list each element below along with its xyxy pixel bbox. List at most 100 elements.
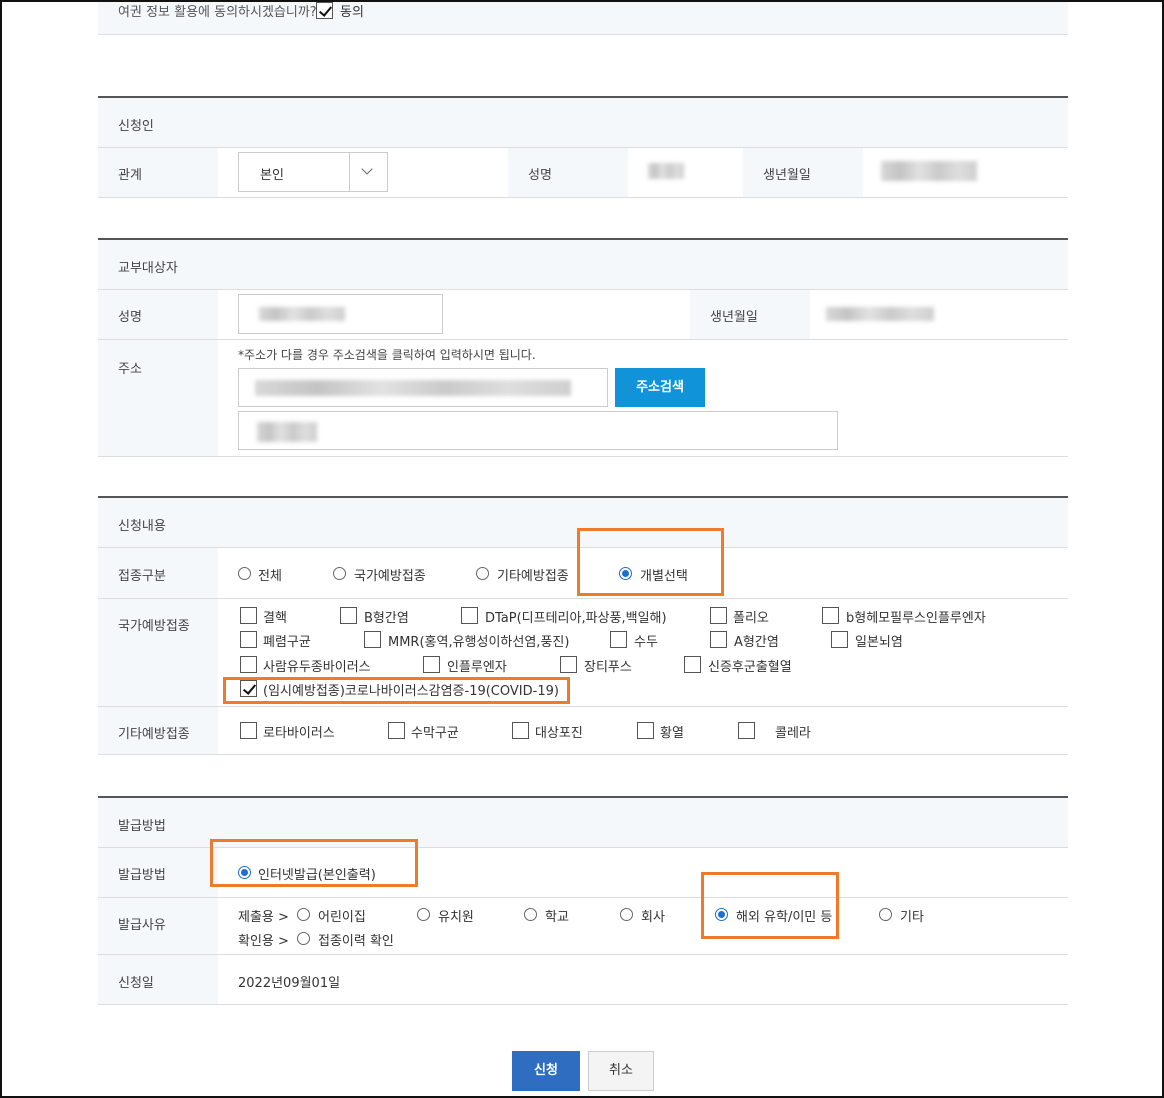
- consent-agree-label: 동의: [340, 5, 364, 20]
- applicant-name-redacted: [648, 163, 684, 179]
- cb-pneumococcal[interactable]: [240, 631, 257, 648]
- opt-mmr: MMR(홍역,유행성이하선염,풍진): [388, 635, 570, 650]
- type-option-national: 국가예방접종: [354, 569, 426, 584]
- cb-polio[interactable]: [710, 607, 727, 624]
- opt-rotavirus: 로타바이러스: [263, 726, 335, 741]
- cb-hib[interactable]: [822, 607, 839, 624]
- address-detail-field[interactable]: [238, 411, 838, 450]
- address-field[interactable]: [238, 368, 608, 407]
- applicant-section-header: 신청인: [98, 98, 1068, 148]
- cb-hpv[interactable]: [240, 656, 257, 673]
- type-radio-national[interactable]: [333, 567, 346, 580]
- opt-hepatitis-a: A형간염: [734, 635, 779, 650]
- applicant-section-title: 신청인: [118, 119, 154, 134]
- opt-meningococcal: 수막구균: [411, 726, 459, 741]
- cb-dtap[interactable]: [461, 607, 478, 624]
- recipient-name-field[interactable]: [238, 294, 443, 334]
- reason-option-company: 회사: [641, 910, 665, 925]
- cb-rotavirus[interactable]: [240, 722, 257, 739]
- reason-radio-daycare[interactable]: [297, 908, 310, 921]
- opt-yellow-fever: 황열: [660, 726, 684, 741]
- recipient-address-row: 주소 *주소가 다를 경우 주소검색을 클릭하여 입력하시면 됩니다. 주소검색: [98, 340, 1068, 457]
- cb-varicella[interactable]: [610, 631, 627, 648]
- cb-hfrs[interactable]: [684, 656, 701, 673]
- applicant-row: 관계 본인 성명 생년월일: [98, 148, 1068, 198]
- cb-meningococcal[interactable]: [388, 722, 405, 739]
- apply-button[interactable]: 신청: [512, 1051, 580, 1091]
- opt-zoster: 대상포진: [535, 726, 583, 741]
- relation-select[interactable]: 본인: [238, 152, 388, 192]
- recipient-birth-redacted: [826, 307, 934, 321]
- opt-hpv: 사람유두종바이러스: [263, 660, 371, 675]
- reason-option-kindergarten: 유치원: [438, 910, 474, 925]
- confirm-option-history: 접종이력 확인: [318, 934, 394, 949]
- cb-yellow-fever[interactable]: [637, 722, 654, 739]
- opt-cholera: 콜레라: [775, 726, 811, 741]
- recipient-name-redacted: [259, 307, 345, 321]
- applicant-birth-label: 생년월일: [763, 168, 811, 183]
- opt-japanese-encephalitis: 일본뇌염: [855, 635, 903, 650]
- reason-option-other: 기타: [900, 910, 924, 925]
- opt-influenza: 인플루엔자: [447, 660, 507, 675]
- applicant-birth-redacted: [881, 161, 977, 181]
- apply-date-row: 신청일 2022년09월01일: [98, 955, 1068, 1005]
- highlight-individual-select: [577, 528, 724, 596]
- address-redacted: [255, 380, 571, 396]
- issue-reason-label: 발급사유: [118, 918, 166, 933]
- national-vaccination-label: 국가예방접종: [118, 619, 190, 634]
- cb-mmr[interactable]: [364, 631, 381, 648]
- recipient-name-row: 성명 생년월일: [98, 290, 1068, 340]
- opt-typhoid: 장티푸스: [584, 660, 632, 675]
- cb-hepatitis-b[interactable]: [340, 607, 357, 624]
- opt-dtap: DTaP(디프테리아,파상풍,백일해): [485, 611, 667, 626]
- issue-method-label: 발급방법: [118, 868, 166, 883]
- cb-tuberculosis[interactable]: [240, 607, 257, 624]
- reason-option-school: 학교: [545, 910, 569, 925]
- type-option-all: 전체: [258, 569, 282, 584]
- recipient-section-header: 교부대상자: [98, 240, 1068, 290]
- opt-hepatitis-b: B형간염: [364, 611, 409, 626]
- recipient-section-title: 교부대상자: [118, 261, 178, 276]
- highlight-covid19: [223, 677, 570, 704]
- cb-hepatitis-a[interactable]: [710, 631, 727, 648]
- consent-row: 여권 정보 활용에 동의하시겠습니까? 동의: [98, 2, 1068, 35]
- request-section-title: 신청내용: [118, 519, 166, 534]
- reason-option-daycare: 어린이집: [318, 910, 366, 925]
- opt-pneumococcal: 폐렴구균: [263, 635, 311, 650]
- address-note: *주소가 다를 경우 주소검색을 클릭하여 입력하시면 됩니다.: [238, 348, 536, 362]
- cb-cholera[interactable]: [738, 722, 755, 739]
- opt-varicella: 수두: [634, 635, 658, 650]
- reason-radio-company[interactable]: [620, 908, 633, 921]
- consent-checkbox[interactable]: [316, 2, 333, 19]
- other-vaccination-label: 기타예방접종: [118, 727, 190, 742]
- issue-section-title: 발급방법: [118, 819, 166, 834]
- cb-japanese-encephalitis[interactable]: [831, 631, 848, 648]
- confirm-radio-history[interactable]: [297, 932, 310, 945]
- opt-hfrs: 신증후군출혈열: [708, 660, 792, 675]
- submit-prefix: 제출용 >: [238, 910, 289, 925]
- cb-influenza[interactable]: [423, 656, 440, 673]
- reason-radio-school[interactable]: [524, 908, 537, 921]
- type-option-other: 기타예방접종: [497, 569, 569, 584]
- type-radio-other[interactable]: [476, 567, 489, 580]
- reason-radio-kindergarten[interactable]: [417, 908, 430, 921]
- vaccination-type-label: 접종구분: [118, 569, 166, 584]
- opt-polio: 폴리오: [733, 611, 769, 626]
- apply-date-value: 2022년09월01일: [238, 976, 341, 991]
- cb-zoster[interactable]: [512, 722, 529, 739]
- type-radio-all[interactable]: [238, 567, 251, 580]
- relation-label: 관계: [118, 168, 142, 183]
- confirm-prefix: 확인용 >: [238, 934, 289, 949]
- address-search-button[interactable]: 주소검색: [615, 368, 705, 407]
- opt-hib: b형헤모필루스인플루엔자: [846, 611, 986, 626]
- cancel-button[interactable]: 취소: [588, 1051, 654, 1091]
- apply-date-label: 신청일: [118, 976, 154, 991]
- applicant-name-label: 성명: [528, 168, 552, 183]
- recipient-birth-label: 생년월일: [710, 310, 758, 325]
- chevron-down-icon: [361, 163, 373, 175]
- cb-typhoid[interactable]: [560, 656, 577, 673]
- other-vaccination-row: 기타예방접종 로타바이러스 수막구균 대상포진 황열 콜레라: [98, 707, 1068, 755]
- address-label: 주소: [118, 362, 142, 377]
- issue-reason-row: 발급사유 제출용 > 어린이집 유치원 학교 회사 해외 유학/이민 등 기타 …: [98, 898, 1068, 955]
- reason-radio-other[interactable]: [879, 908, 892, 921]
